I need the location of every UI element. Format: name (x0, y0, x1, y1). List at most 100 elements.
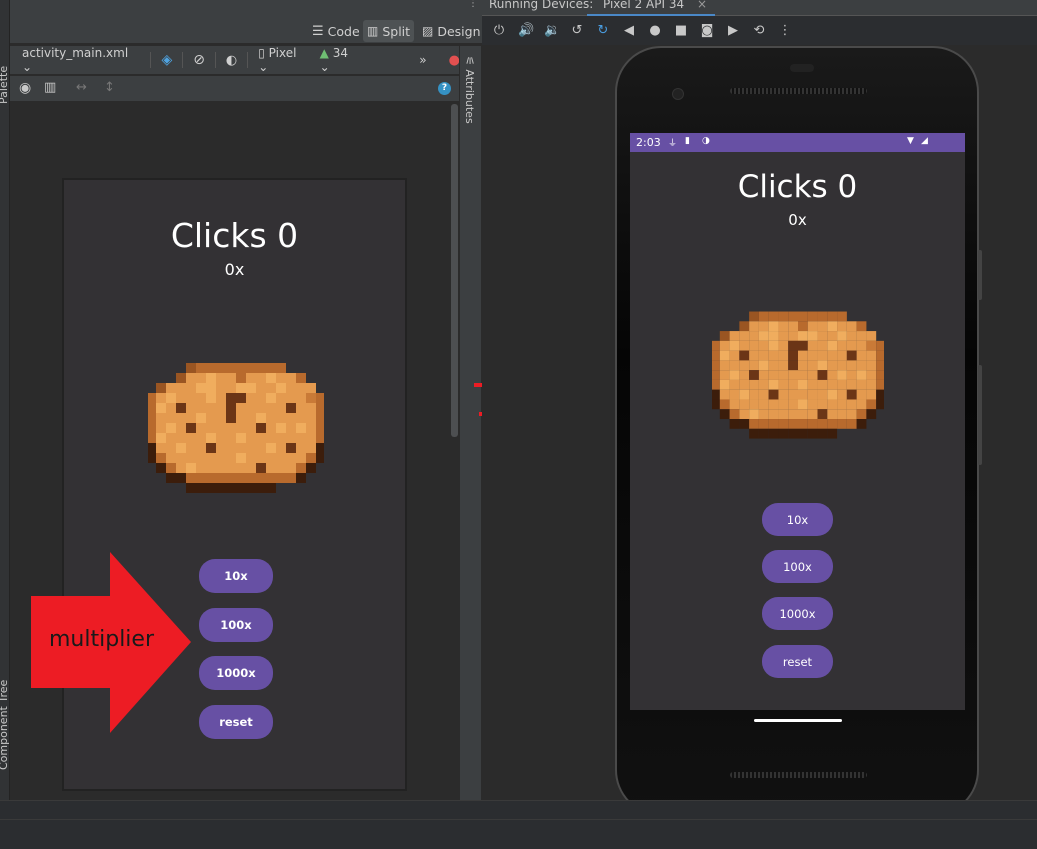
cookie-pixel (206, 473, 216, 483)
cookie-pixel (758, 360, 769, 371)
home-gesture-bar[interactable] (754, 719, 842, 722)
rotate-left-icon[interactable]: ↺ (570, 24, 584, 38)
cookie-pixel (729, 379, 740, 390)
cookie-pixel (176, 423, 186, 433)
cookie-pixel (156, 463, 166, 473)
device-selector[interactable]: ▯ Pixel ⌄ (258, 46, 309, 74)
vertical-scrollbar[interactable] (450, 104, 458, 794)
cookie-pixel (739, 370, 750, 380)
code-mode-button[interactable]: ☰ Code (308, 20, 364, 42)
cookie-pixel (758, 389, 769, 400)
blueprint-icon[interactable]: ▥ (44, 80, 56, 95)
overflow-chevron-icon[interactable]: » (419, 53, 426, 67)
theme-icon[interactable]: ◐ (226, 53, 237, 68)
cookie-pixel (216, 473, 226, 483)
cookie-pixel (286, 413, 296, 423)
cookie-pixel (768, 399, 779, 410)
cookie-pixel (176, 473, 186, 483)
cookie-pixel (778, 321, 789, 332)
signal-icon: ◢ (921, 136, 928, 146)
cookie-pixel (827, 331, 838, 341)
power-icon[interactable]: ⏻ (492, 24, 506, 38)
snapshot-icon[interactable]: ⟲ (752, 24, 766, 38)
help-icon[interactable]: ? (438, 82, 451, 95)
cookie-pixel (166, 383, 176, 393)
cookie-pixel (846, 340, 857, 351)
cookie-pixel (739, 360, 750, 371)
btn-100x[interactable]: 100x (199, 608, 273, 642)
cookie-pixel (166, 453, 176, 463)
cookie-pixel (186, 463, 196, 473)
cookie-pixel (817, 331, 828, 341)
cookie-pixel (817, 311, 828, 322)
more-icon[interactable]: ⋮ (778, 24, 792, 38)
volume-up-icon[interactable]: 🔊 (518, 24, 534, 38)
btn-1000x[interactable]: 1000x (199, 656, 273, 690)
cookie-pixel (827, 409, 838, 420)
cookie-pixel (296, 423, 306, 433)
cookie-pixel (276, 383, 286, 393)
camera-icon[interactable]: ◙ (700, 24, 714, 38)
btn-10x[interactable]: 10x (199, 559, 273, 593)
overview-icon[interactable]: ■ (674, 24, 688, 38)
cookie-pixel (286, 383, 296, 393)
horizontal-arrows-icon[interactable]: ↔ (76, 80, 87, 95)
scrollbar-thumb[interactable] (451, 104, 458, 437)
device-btn-10x[interactable]: 10x (762, 503, 833, 536)
file-selector[interactable]: activity_main.xml ⌄ (22, 46, 140, 74)
cookie-pixel (827, 311, 838, 322)
btn-reset[interactable]: reset (199, 705, 273, 739)
more-options-icon[interactable]: ⋮ (468, 0, 478, 10)
device-btn-1000x[interactable]: 1000x (762, 597, 833, 630)
cookie-pixel (866, 331, 877, 341)
split-mode-button[interactable]: ▥ Split (363, 20, 415, 42)
cookie-pixel (817, 399, 828, 410)
cookie-pixel (866, 340, 877, 351)
back-icon[interactable]: ◀ (622, 24, 636, 38)
cookie-pixel (739, 389, 750, 400)
cookie-pixel (186, 403, 196, 413)
cookie-pixel (876, 360, 884, 371)
cookie-pixel (156, 423, 166, 433)
device-btn-reset[interactable]: reset (762, 645, 833, 678)
vertical-arrows-icon[interactable]: ↕ (104, 80, 115, 95)
api-selector[interactable]: ▲ 34 ⌄ (320, 46, 362, 74)
cookie-pixel (856, 389, 867, 400)
component-tree-tab[interactable]: Component Tree (0, 680, 10, 770)
cookie-pixel (306, 453, 316, 463)
cookie-pixel (798, 399, 808, 410)
bottom-speaker-grille (730, 772, 867, 778)
home-icon[interactable]: ● (648, 24, 662, 38)
cookie-pixel (166, 413, 176, 423)
cookie-pixel (266, 433, 276, 443)
palette-tab[interactable]: Palette (0, 66, 10, 104)
cookie-pixel (866, 360, 877, 371)
attributes-tab[interactable]: ⚟ Attributes (463, 56, 476, 124)
rotate-right-icon[interactable]: ↻ (596, 24, 610, 38)
cookie-pixel (807, 350, 818, 361)
orientation-icon[interactable]: ⊘ (193, 52, 205, 68)
device-cookie-image[interactable] (712, 303, 884, 451)
cookie-pixel (236, 363, 246, 373)
close-tab-icon[interactable]: × (697, 0, 707, 11)
cookie-pixel (778, 340, 789, 351)
cookie-pixel (712, 399, 720, 410)
layers-icon[interactable]: ◈ (161, 52, 172, 68)
cookie-pixel (778, 350, 789, 361)
cookie-pixel (729, 360, 740, 371)
cookie-image (148, 363, 324, 493)
cookie-pixel (856, 360, 867, 371)
video-icon[interactable]: ▶ (726, 24, 740, 38)
split-mode-label: Split (382, 23, 411, 39)
device-btn-100x[interactable]: 100x (762, 550, 833, 583)
status-time: 2:03 (636, 136, 661, 149)
cookie-pixel (758, 428, 769, 439)
volume-down-icon[interactable]: 🔉 (544, 24, 560, 38)
cookie-pixel (296, 393, 306, 403)
cookie-pixel (719, 340, 730, 351)
cookie-pixel (827, 428, 838, 439)
design-mode-button[interactable]: ▨ Design (418, 20, 485, 42)
device-tab[interactable]: Pixel 2 API 34 × (587, 0, 715, 16)
cookie-pixel (856, 399, 867, 410)
eye-icon[interactable]: ◉ (19, 80, 31, 96)
